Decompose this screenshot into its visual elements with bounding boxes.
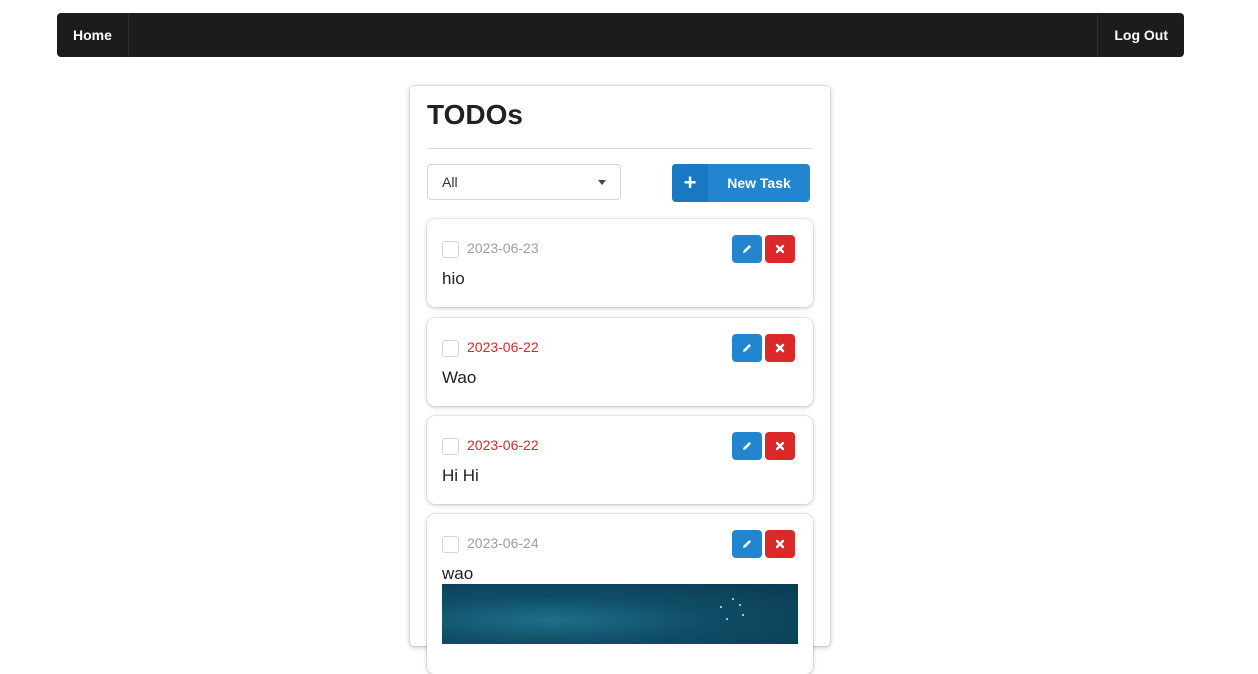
page-title: TODOs <box>427 99 523 130</box>
edit-task-button[interactable] <box>732 530 762 558</box>
task-card: 2023-06-22 Wao <box>427 318 813 406</box>
delete-task-button[interactable] <box>765 334 795 362</box>
delete-task-button[interactable] <box>765 432 795 460</box>
pencil-icon <box>743 442 751 450</box>
delete-task-button[interactable] <box>765 530 795 558</box>
image-sparkle <box>720 606 722 608</box>
task-date: 2023-06-23 <box>467 240 539 256</box>
edit-task-button[interactable] <box>732 432 762 460</box>
filter-selected-value: All <box>442 174 458 190</box>
task-text: Wao <box>442 368 477 387</box>
task-card: 2023-06-22 Hi Hi <box>427 416 813 504</box>
task-card: 2023-06-23 hio <box>427 219 813 307</box>
new-task-button[interactable]: + New Task <box>672 164 810 202</box>
task-text: Hi Hi <box>442 466 479 485</box>
close-icon <box>775 539 785 549</box>
image-sparkle <box>726 618 728 620</box>
task-image <box>442 584 798 644</box>
nav-logout-link[interactable]: Log Out <box>1097 13 1184 57</box>
edit-task-button[interactable] <box>732 334 762 362</box>
task-date: 2023-06-22 <box>467 339 539 355</box>
task-checkbox[interactable] <box>442 340 459 357</box>
close-icon <box>775 244 785 254</box>
task-checkbox[interactable] <box>442 536 459 553</box>
image-sparkle <box>732 598 734 600</box>
edit-task-button[interactable] <box>732 235 762 263</box>
pencil-icon <box>743 540 751 548</box>
todo-panel: TODOs All + New Task 2023-06-23 hio 2023… <box>410 86 830 674</box>
image-sparkle <box>739 604 741 606</box>
task-checkbox[interactable] <box>442 438 459 455</box>
image-sparkle <box>742 614 744 616</box>
nav-home-link[interactable]: Home <box>57 13 129 57</box>
pencil-icon <box>743 245 751 253</box>
task-card: 2023-06-24 wao <box>427 514 813 674</box>
pencil-icon <box>743 344 751 352</box>
filter-dropdown[interactable]: All <box>427 164 621 200</box>
task-checkbox[interactable] <box>442 241 459 258</box>
new-task-label: New Task <box>727 175 791 191</box>
close-icon <box>775 343 785 353</box>
plus-icon: + <box>672 164 708 202</box>
task-text: wao <box>442 564 474 583</box>
title-divider <box>427 148 813 149</box>
close-icon <box>775 441 785 451</box>
task-text: hio <box>442 269 465 288</box>
delete-task-button[interactable] <box>765 235 795 263</box>
top-navbar: Home Log Out <box>57 13 1184 57</box>
caret-down-icon <box>598 180 606 185</box>
task-date: 2023-06-22 <box>467 437 539 453</box>
task-date: 2023-06-24 <box>467 535 539 551</box>
